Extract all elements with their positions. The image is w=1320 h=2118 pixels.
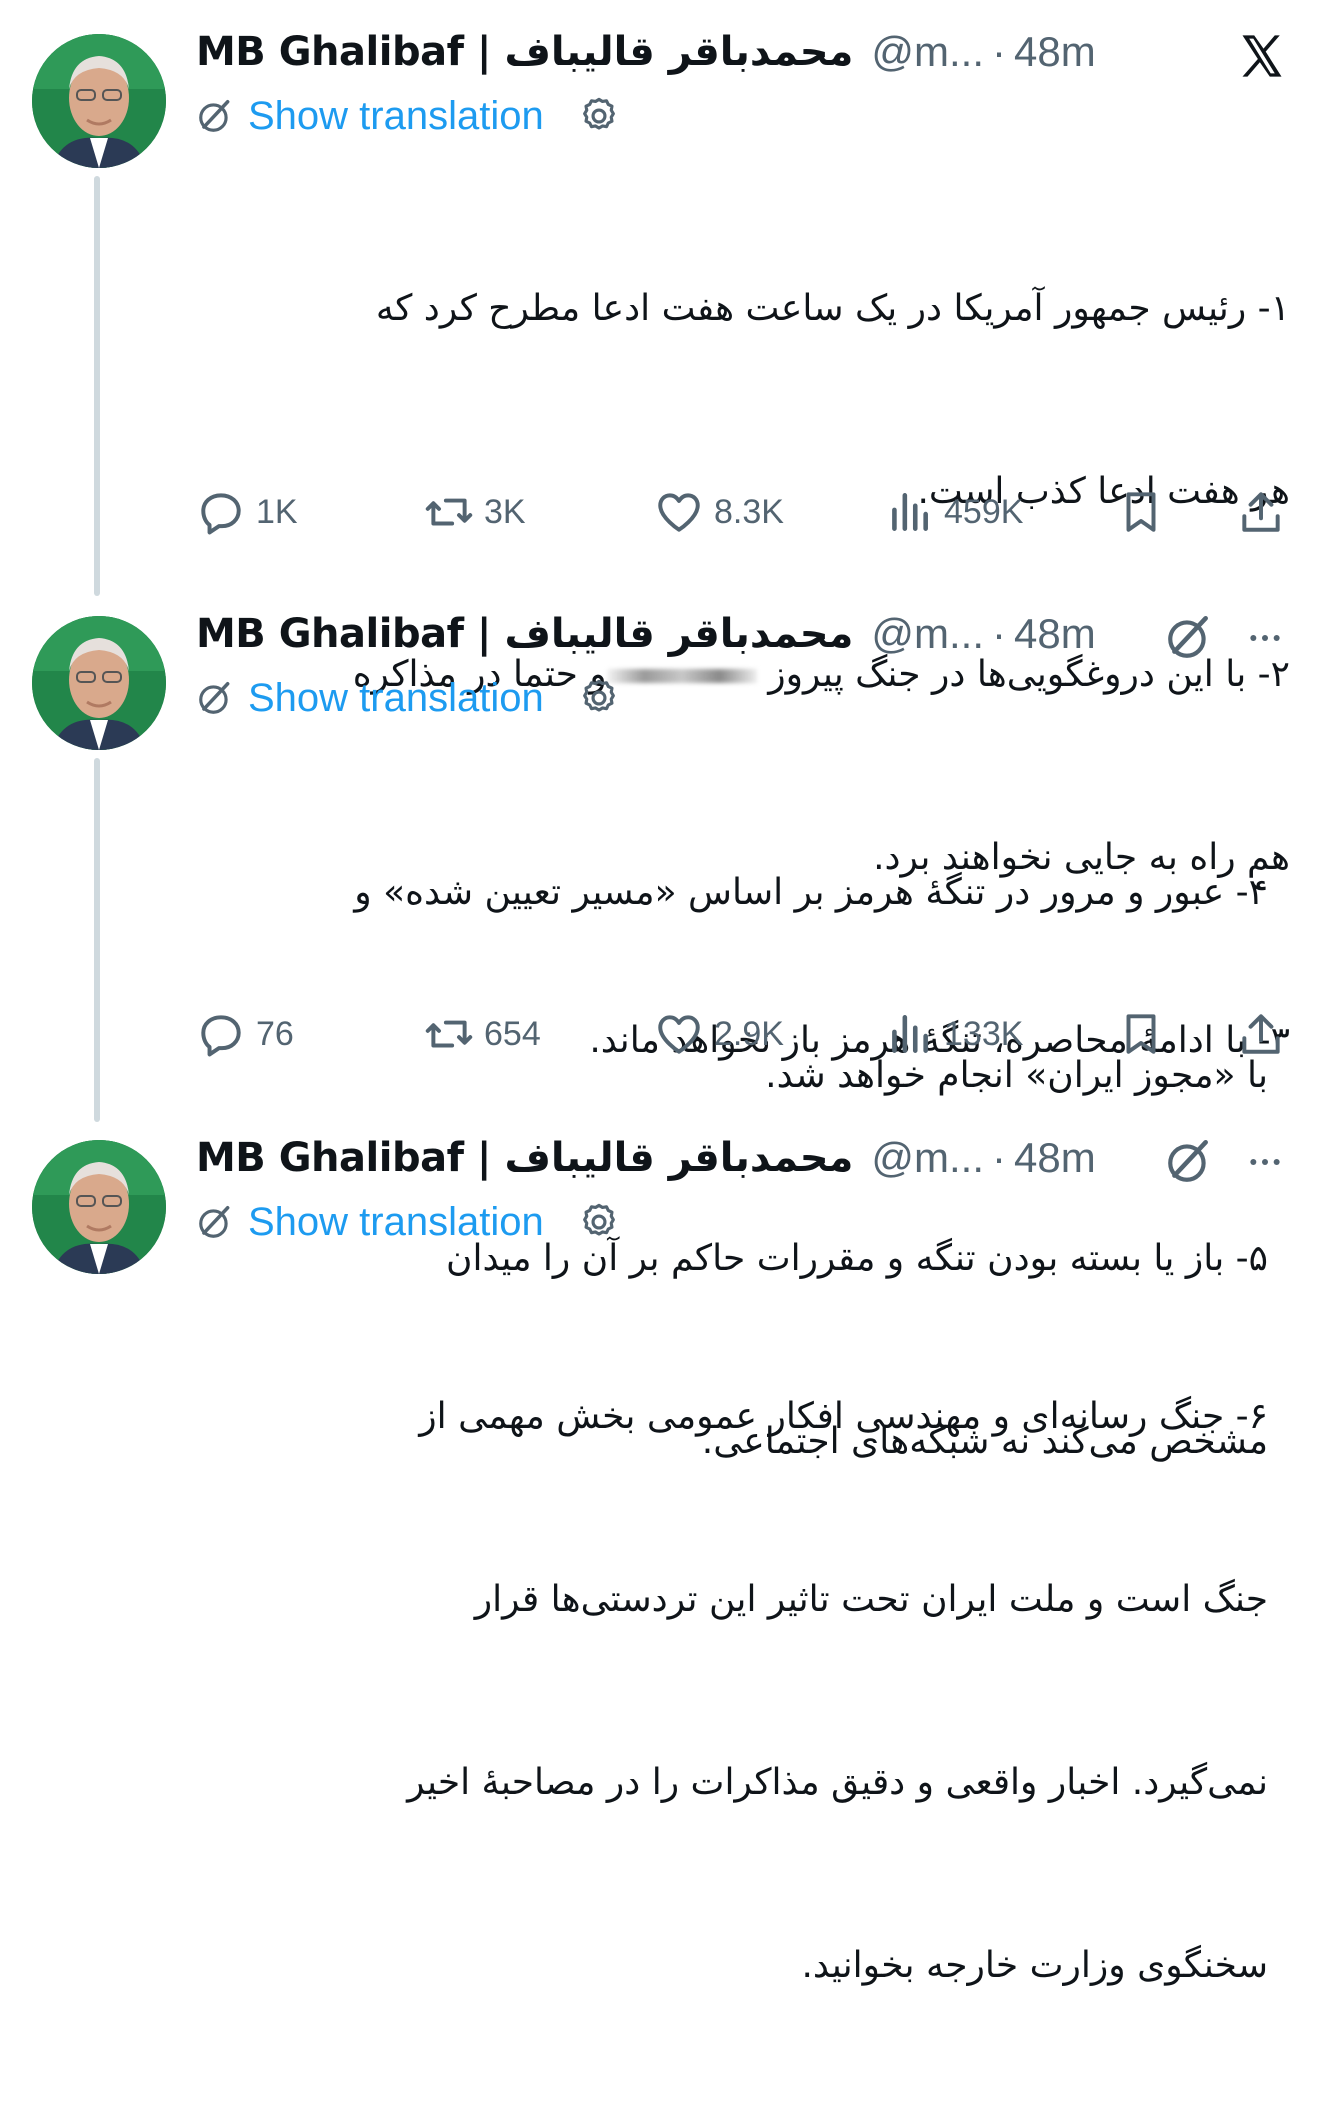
translation-row: Show translation	[196, 1194, 620, 1250]
reply-count: 76	[256, 1014, 294, 1053]
like-count: 8.3K	[714, 492, 784, 531]
avatar[interactable]	[32, 34, 166, 168]
user-handle[interactable]: @m...	[871, 610, 984, 658]
view-count: 459K	[944, 492, 1024, 531]
tweet[interactable]: MB Ghalibaf | محمدباقر قالیباف @m... · 4…	[0, 22, 1320, 1061]
more-options-icon[interactable]	[1242, 618, 1288, 658]
reply-button[interactable]: 1K	[196, 482, 298, 542]
tweet[interactable]: MB Ghalibaf | محمدباقر قالیباف @m... · 4…	[0, 604, 1320, 1462]
views-button[interactable]: 133K	[884, 1004, 1023, 1064]
text-line: نمی‌گیرد. اخبار واقعی و دقیق مذاکرات را …	[407, 1762, 1268, 1803]
analytics-icon	[892, 1015, 928, 1053]
grok-icon[interactable]	[196, 1203, 234, 1241]
tweet-header: MB Ghalibaf | محمدباقر قالیباف @m... · 4…	[196, 1128, 1096, 1188]
repost-count: 654	[484, 1014, 541, 1053]
tweet[interactable]: MB Ghalibaf | محمدباقر قالیباف @m... · 4…	[0, 1128, 1320, 1986]
x-logo-icon	[1242, 35, 1282, 77]
repost-button[interactable]: 654	[424, 1004, 541, 1064]
show-translation-link[interactable]: Show translation	[248, 676, 544, 721]
views-button[interactable]: 459K	[884, 482, 1023, 542]
text-line: ۴- عبور و مرور در تنگهٔ هرمز بر اساس «مس…	[354, 872, 1268, 913]
analytics-icon	[892, 493, 928, 531]
bookmark-icon	[1126, 492, 1156, 532]
action-bar: 76 654 2.9K 133K	[0, 1004, 1320, 1064]
reply-icon	[201, 493, 241, 535]
text-line: ۱- رئیس جمهور آمریکا در یک ساعت هفت ادعا…	[375, 288, 1290, 329]
gear-icon[interactable]	[578, 95, 620, 137]
avatar[interactable]	[32, 1140, 166, 1274]
action-bar: 1K 3K 8.3K 459K	[0, 482, 1320, 542]
timestamp[interactable]: 48m	[1014, 28, 1096, 76]
reply-icon	[201, 1015, 241, 1057]
heart-icon	[658, 493, 700, 532]
bookmark-icon	[1126, 1014, 1156, 1054]
like-count: 2.9K	[714, 1014, 784, 1053]
grok-icon[interactable]	[196, 97, 234, 135]
separator-dot: ·	[992, 28, 1007, 75]
text-line: جنگ است و ملت ایران تحت تاثیر این تردستی…	[474, 1579, 1268, 1620]
user-handle[interactable]: @m...	[871, 28, 984, 76]
avatar[interactable]	[32, 616, 166, 750]
display-name[interactable]: MB Ghalibaf | محمدباقر قالیباف	[196, 29, 854, 75]
reply-button[interactable]: 76	[196, 1004, 294, 1064]
show-translation-link[interactable]: Show translation	[248, 94, 544, 139]
repost-icon	[425, 498, 473, 526]
timestamp[interactable]: 48m	[1014, 610, 1096, 658]
separator-dot: ·	[992, 1134, 1007, 1181]
share-button[interactable]	[1236, 1004, 1286, 1064]
user-handle[interactable]: @m...	[871, 1134, 984, 1182]
display-name[interactable]: MB Ghalibaf | محمدباقر قالیباف	[196, 611, 854, 657]
translation-row: Show translation	[196, 670, 620, 726]
repost-button[interactable]: 3K	[424, 482, 526, 542]
share-icon	[1242, 1014, 1280, 1054]
share-icon	[1242, 492, 1280, 532]
heart-icon	[658, 1015, 700, 1054]
like-button[interactable]: 8.3K	[654, 482, 784, 542]
tweet-text: ۶- جنگ رسانه‌ای و مهندسی افکار عمومی بخش…	[190, 1264, 1268, 2118]
translation-row: Show translation	[196, 88, 620, 144]
grok-icon[interactable]	[1164, 1136, 1214, 1186]
show-translation-link[interactable]: Show translation	[248, 1200, 544, 1245]
separator-dot: ·	[992, 610, 1007, 657]
more-options-icon[interactable]	[1242, 1142, 1288, 1182]
like-button[interactable]: 2.9K	[654, 1004, 784, 1064]
grok-icon[interactable]	[1164, 612, 1214, 662]
display-name[interactable]: MB Ghalibaf | محمدباقر قالیباف	[196, 1135, 854, 1181]
tweet-header: MB Ghalibaf | محمدباقر قالیباف @m... · 4…	[196, 604, 1096, 664]
gear-icon[interactable]	[578, 677, 620, 719]
gear-icon[interactable]	[578, 1201, 620, 1243]
text-line: ۶- جنگ رسانه‌ای و مهندسی افکار عمومی بخش…	[419, 1396, 1268, 1437]
reply-count: 1K	[256, 492, 298, 531]
timestamp[interactable]: 48m	[1014, 1134, 1096, 1182]
view-count: 133K	[944, 1014, 1024, 1053]
grok-icon[interactable]	[196, 679, 234, 717]
bookmark-button[interactable]	[1116, 1004, 1166, 1064]
share-button[interactable]	[1236, 482, 1286, 542]
text-line: سخنگوی وزارت خارجه بخوانید.	[801, 1945, 1268, 1986]
bookmark-button[interactable]	[1116, 482, 1166, 542]
repost-icon	[425, 1020, 473, 1048]
tweet-header: MB Ghalibaf | محمدباقر قالیباف @m... · 4…	[196, 22, 1096, 82]
repost-count: 3K	[484, 492, 526, 531]
